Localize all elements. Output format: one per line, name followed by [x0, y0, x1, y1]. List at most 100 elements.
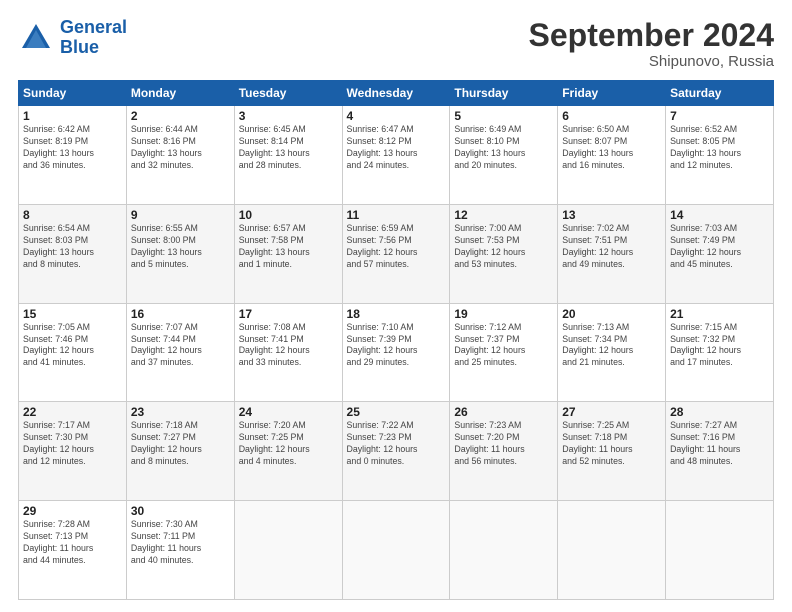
calendar-week-row: 8Sunrise: 6:54 AM Sunset: 8:03 PM Daylig… — [19, 204, 774, 303]
calendar-day-cell — [450, 501, 558, 600]
logo-line2: Blue — [60, 37, 99, 57]
calendar-day-cell — [558, 501, 666, 600]
calendar-day-cell: 27Sunrise: 7:25 AM Sunset: 7:18 PM Dayli… — [558, 402, 666, 501]
day-info: Sunrise: 7:15 AM Sunset: 7:32 PM Dayligh… — [670, 322, 769, 370]
logo: General Blue — [18, 18, 127, 58]
calendar-day-cell: 17Sunrise: 7:08 AM Sunset: 7:41 PM Dayli… — [234, 303, 342, 402]
day-info: Sunrise: 7:25 AM Sunset: 7:18 PM Dayligh… — [562, 420, 661, 468]
day-number: 18 — [347, 307, 446, 321]
calendar-day-cell: 15Sunrise: 7:05 AM Sunset: 7:46 PM Dayli… — [19, 303, 127, 402]
calendar-day-cell — [342, 501, 450, 600]
day-number: 24 — [239, 405, 338, 419]
logo-line1: General — [60, 17, 127, 37]
calendar-header-cell: Thursday — [450, 81, 558, 106]
day-number: 8 — [23, 208, 122, 222]
calendar-table: SundayMondayTuesdayWednesdayThursdayFrid… — [18, 80, 774, 600]
calendar-header-cell: Tuesday — [234, 81, 342, 106]
day-info: Sunrise: 7:08 AM Sunset: 7:41 PM Dayligh… — [239, 322, 338, 370]
day-info: Sunrise: 7:07 AM Sunset: 7:44 PM Dayligh… — [131, 322, 230, 370]
day-number: 25 — [347, 405, 446, 419]
day-number: 16 — [131, 307, 230, 321]
day-info: Sunrise: 7:18 AM Sunset: 7:27 PM Dayligh… — [131, 420, 230, 468]
calendar-day-cell: 19Sunrise: 7:12 AM Sunset: 7:37 PM Dayli… — [450, 303, 558, 402]
day-info: Sunrise: 6:59 AM Sunset: 7:56 PM Dayligh… — [347, 223, 446, 271]
day-info: Sunrise: 6:44 AM Sunset: 8:16 PM Dayligh… — [131, 124, 230, 172]
calendar-header-row: SundayMondayTuesdayWednesdayThursdayFrid… — [19, 81, 774, 106]
day-info: Sunrise: 7:02 AM Sunset: 7:51 PM Dayligh… — [562, 223, 661, 271]
day-number: 11 — [347, 208, 446, 222]
day-info: Sunrise: 6:57 AM Sunset: 7:58 PM Dayligh… — [239, 223, 338, 271]
logo-text: General Blue — [60, 18, 127, 58]
calendar-day-cell: 8Sunrise: 6:54 AM Sunset: 8:03 PM Daylig… — [19, 204, 127, 303]
day-number: 14 — [670, 208, 769, 222]
calendar-day-cell: 5Sunrise: 6:49 AM Sunset: 8:10 PM Daylig… — [450, 106, 558, 205]
day-info: Sunrise: 7:28 AM Sunset: 7:13 PM Dayligh… — [23, 519, 122, 567]
day-info: Sunrise: 7:00 AM Sunset: 7:53 PM Dayligh… — [454, 223, 553, 271]
calendar-day-cell: 12Sunrise: 7:00 AM Sunset: 7:53 PM Dayli… — [450, 204, 558, 303]
calendar-week-row: 15Sunrise: 7:05 AM Sunset: 7:46 PM Dayli… — [19, 303, 774, 402]
day-info: Sunrise: 7:05 AM Sunset: 7:46 PM Dayligh… — [23, 322, 122, 370]
calendar-week-row: 1Sunrise: 6:42 AM Sunset: 8:19 PM Daylig… — [19, 106, 774, 205]
day-number: 2 — [131, 109, 230, 123]
day-number: 1 — [23, 109, 122, 123]
day-info: Sunrise: 7:13 AM Sunset: 7:34 PM Dayligh… — [562, 322, 661, 370]
day-number: 30 — [131, 504, 230, 518]
calendar-day-cell: 9Sunrise: 6:55 AM Sunset: 8:00 PM Daylig… — [126, 204, 234, 303]
day-info: Sunrise: 7:03 AM Sunset: 7:49 PM Dayligh… — [670, 223, 769, 271]
calendar-header-cell: Sunday — [19, 81, 127, 106]
day-number: 12 — [454, 208, 553, 222]
calendar-day-cell: 4Sunrise: 6:47 AM Sunset: 8:12 PM Daylig… — [342, 106, 450, 205]
day-info: Sunrise: 6:54 AM Sunset: 8:03 PM Dayligh… — [23, 223, 122, 271]
calendar-day-cell: 20Sunrise: 7:13 AM Sunset: 7:34 PM Dayli… — [558, 303, 666, 402]
calendar-day-cell: 10Sunrise: 6:57 AM Sunset: 7:58 PM Dayli… — [234, 204, 342, 303]
day-info: Sunrise: 7:12 AM Sunset: 7:37 PM Dayligh… — [454, 322, 553, 370]
header: General Blue September 2024 Shipunovo, R… — [18, 18, 774, 70]
day-number: 4 — [347, 109, 446, 123]
day-info: Sunrise: 6:52 AM Sunset: 8:05 PM Dayligh… — [670, 124, 769, 172]
calendar-day-cell — [666, 501, 774, 600]
calendar-day-cell: 30Sunrise: 7:30 AM Sunset: 7:11 PM Dayli… — [126, 501, 234, 600]
calendar-header-cell: Saturday — [666, 81, 774, 106]
day-number: 19 — [454, 307, 553, 321]
calendar-header-cell: Wednesday — [342, 81, 450, 106]
day-number: 5 — [454, 109, 553, 123]
day-number: 9 — [131, 208, 230, 222]
page: General Blue September 2024 Shipunovo, R… — [0, 0, 792, 612]
logo-icon — [18, 20, 54, 56]
day-number: 22 — [23, 405, 122, 419]
day-number: 21 — [670, 307, 769, 321]
calendar-day-cell: 13Sunrise: 7:02 AM Sunset: 7:51 PM Dayli… — [558, 204, 666, 303]
day-number: 13 — [562, 208, 661, 222]
day-number: 27 — [562, 405, 661, 419]
calendar-day-cell: 16Sunrise: 7:07 AM Sunset: 7:44 PM Dayli… — [126, 303, 234, 402]
day-number: 20 — [562, 307, 661, 321]
day-info: Sunrise: 6:47 AM Sunset: 8:12 PM Dayligh… — [347, 124, 446, 172]
calendar-body: 1Sunrise: 6:42 AM Sunset: 8:19 PM Daylig… — [19, 106, 774, 600]
day-number: 23 — [131, 405, 230, 419]
calendar-day-cell: 28Sunrise: 7:27 AM Sunset: 7:16 PM Dayli… — [666, 402, 774, 501]
day-info: Sunrise: 6:45 AM Sunset: 8:14 PM Dayligh… — [239, 124, 338, 172]
day-info: Sunrise: 7:17 AM Sunset: 7:30 PM Dayligh… — [23, 420, 122, 468]
calendar-week-row: 29Sunrise: 7:28 AM Sunset: 7:13 PM Dayli… — [19, 501, 774, 600]
day-number: 3 — [239, 109, 338, 123]
calendar-week-row: 22Sunrise: 7:17 AM Sunset: 7:30 PM Dayli… — [19, 402, 774, 501]
calendar-day-cell: 23Sunrise: 7:18 AM Sunset: 7:27 PM Dayli… — [126, 402, 234, 501]
calendar-day-cell: 7Sunrise: 6:52 AM Sunset: 8:05 PM Daylig… — [666, 106, 774, 205]
day-number: 10 — [239, 208, 338, 222]
calendar-day-cell: 26Sunrise: 7:23 AM Sunset: 7:20 PM Dayli… — [450, 402, 558, 501]
calendar-day-cell: 21Sunrise: 7:15 AM Sunset: 7:32 PM Dayli… — [666, 303, 774, 402]
calendar-day-cell: 29Sunrise: 7:28 AM Sunset: 7:13 PM Dayli… — [19, 501, 127, 600]
calendar-day-cell: 3Sunrise: 6:45 AM Sunset: 8:14 PM Daylig… — [234, 106, 342, 205]
day-info: Sunrise: 6:42 AM Sunset: 8:19 PM Dayligh… — [23, 124, 122, 172]
day-info: Sunrise: 7:30 AM Sunset: 7:11 PM Dayligh… — [131, 519, 230, 567]
calendar-header-cell: Monday — [126, 81, 234, 106]
calendar-day-cell: 22Sunrise: 7:17 AM Sunset: 7:30 PM Dayli… — [19, 402, 127, 501]
calendar-header-cell: Friday — [558, 81, 666, 106]
calendar-day-cell: 24Sunrise: 7:20 AM Sunset: 7:25 PM Dayli… — [234, 402, 342, 501]
calendar-day-cell: 6Sunrise: 6:50 AM Sunset: 8:07 PM Daylig… — [558, 106, 666, 205]
day-number: 7 — [670, 109, 769, 123]
day-info: Sunrise: 6:55 AM Sunset: 8:00 PM Dayligh… — [131, 223, 230, 271]
day-info: Sunrise: 7:22 AM Sunset: 7:23 PM Dayligh… — [347, 420, 446, 468]
day-info: Sunrise: 7:10 AM Sunset: 7:39 PM Dayligh… — [347, 322, 446, 370]
day-number: 15 — [23, 307, 122, 321]
